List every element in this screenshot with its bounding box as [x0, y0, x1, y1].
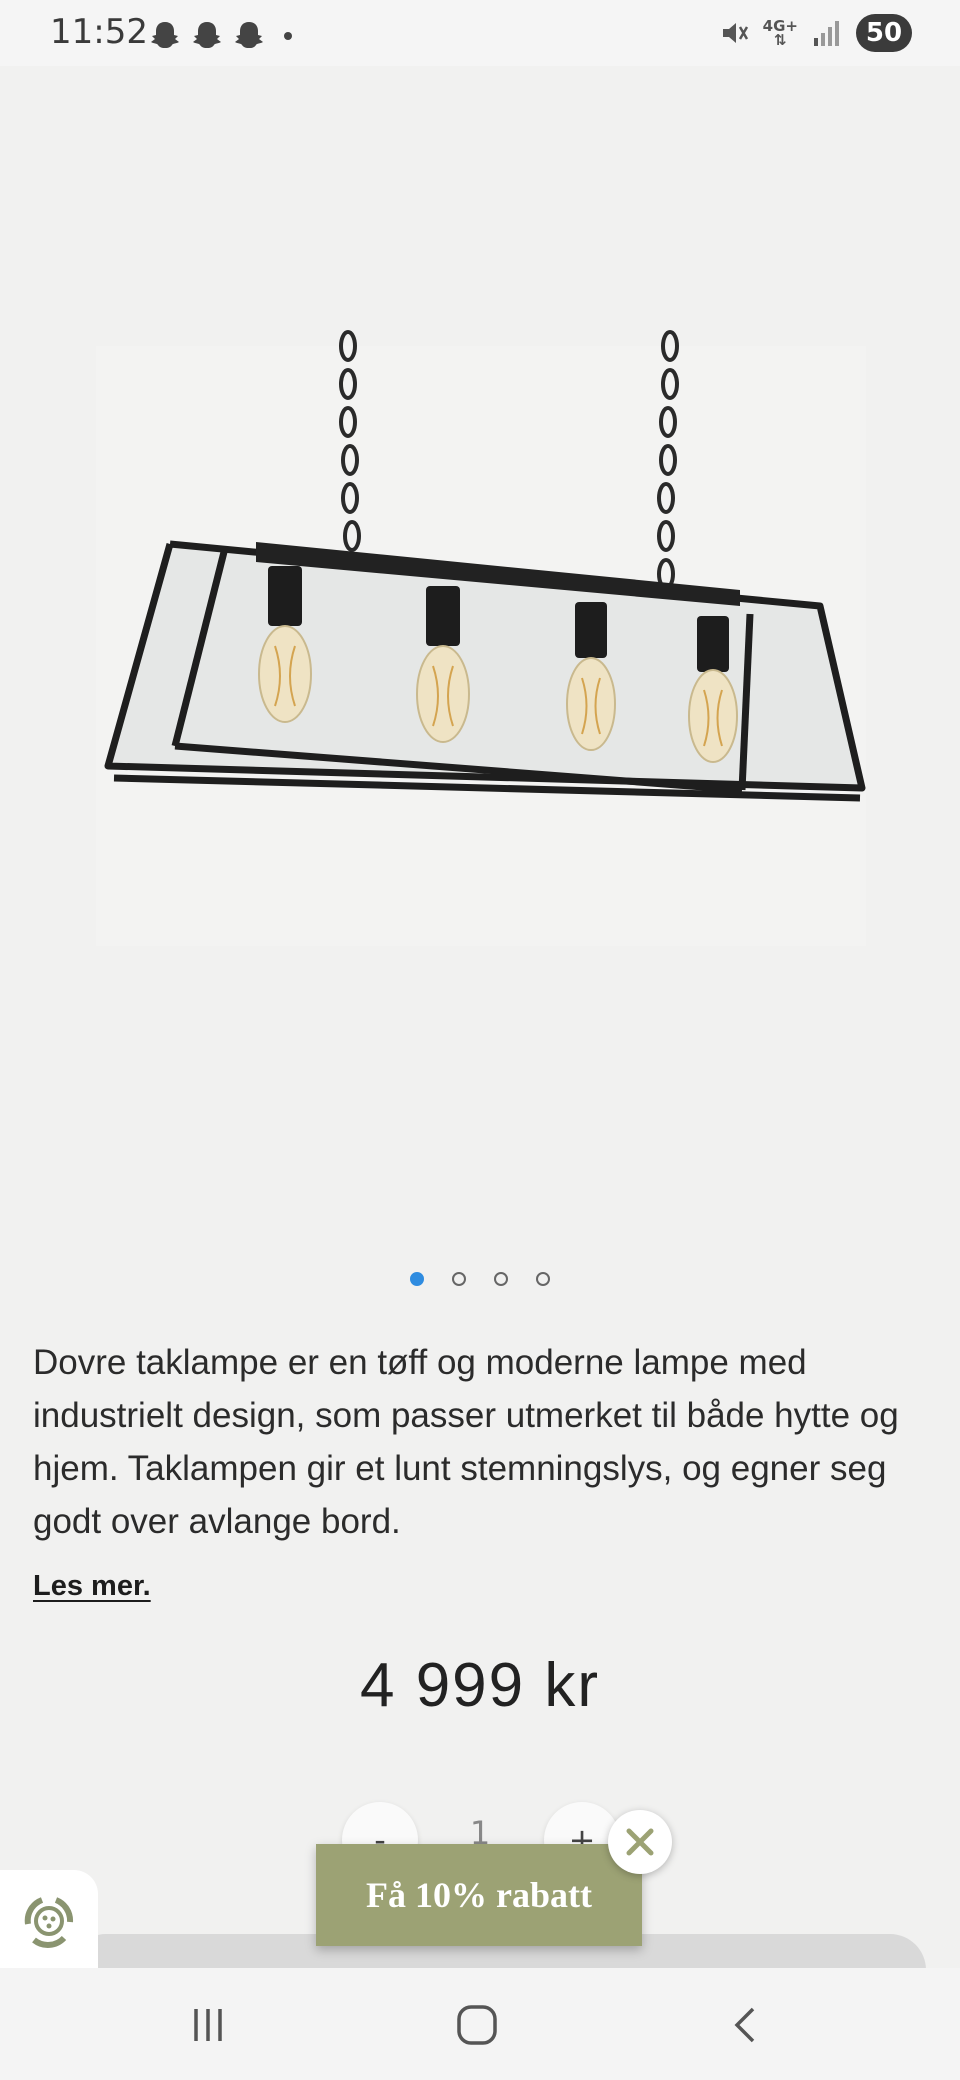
carousel-dot-1[interactable]: [410, 1272, 424, 1286]
snapchat-icon: [151, 22, 179, 48]
carousel-dot-4[interactable]: [536, 1272, 550, 1286]
carousel-dots: [0, 1272, 960, 1286]
recent-apps-button[interactable]: [178, 1998, 238, 2052]
pendant-lamp-illustration: [96, 330, 866, 946]
mute-icon: [722, 23, 748, 43]
network-type: 4G+ ⇅: [762, 17, 798, 49]
status-right: 4G+ ⇅ 50: [719, 14, 912, 52]
status-bar: 11:52 4G+ ⇅ 50: [0, 0, 960, 66]
system-nav-bar: [0, 1968, 960, 2080]
home-icon: [457, 2005, 497, 2045]
close-icon: [626, 1828, 654, 1856]
recent-apps-icon: [194, 2009, 222, 2041]
back-icon: [734, 2007, 755, 2043]
read-more-link[interactable]: Les mer.: [33, 1570, 151, 1603]
eco-badge[interactable]: [0, 1870, 98, 1972]
product-image[interactable]: [30, 66, 930, 1246]
signal-icon: [814, 21, 839, 46]
discount-button[interactable]: Få 10% rabatt: [316, 1844, 642, 1946]
status-time: 11:52: [50, 12, 148, 52]
notification-icons: [148, 20, 292, 52]
discount-close-button[interactable]: [608, 1810, 672, 1874]
more-notifications-dot: [284, 32, 292, 40]
product-price: 4 999 kr: [359, 1651, 601, 1720]
battery-indicator: 50: [856, 14, 912, 52]
product-description: Dovre taklampe er en tøff og moderne lam…: [33, 1343, 899, 1541]
snapchat-icon: [193, 22, 221, 48]
snapchat-icon: [235, 22, 263, 48]
recycle-icon: [24, 1897, 74, 1948]
back-button[interactable]: [716, 1998, 776, 2052]
home-button[interactable]: [447, 1998, 507, 2052]
carousel-dot-3[interactable]: [494, 1272, 508, 1286]
carousel-dot-2[interactable]: [452, 1272, 466, 1286]
